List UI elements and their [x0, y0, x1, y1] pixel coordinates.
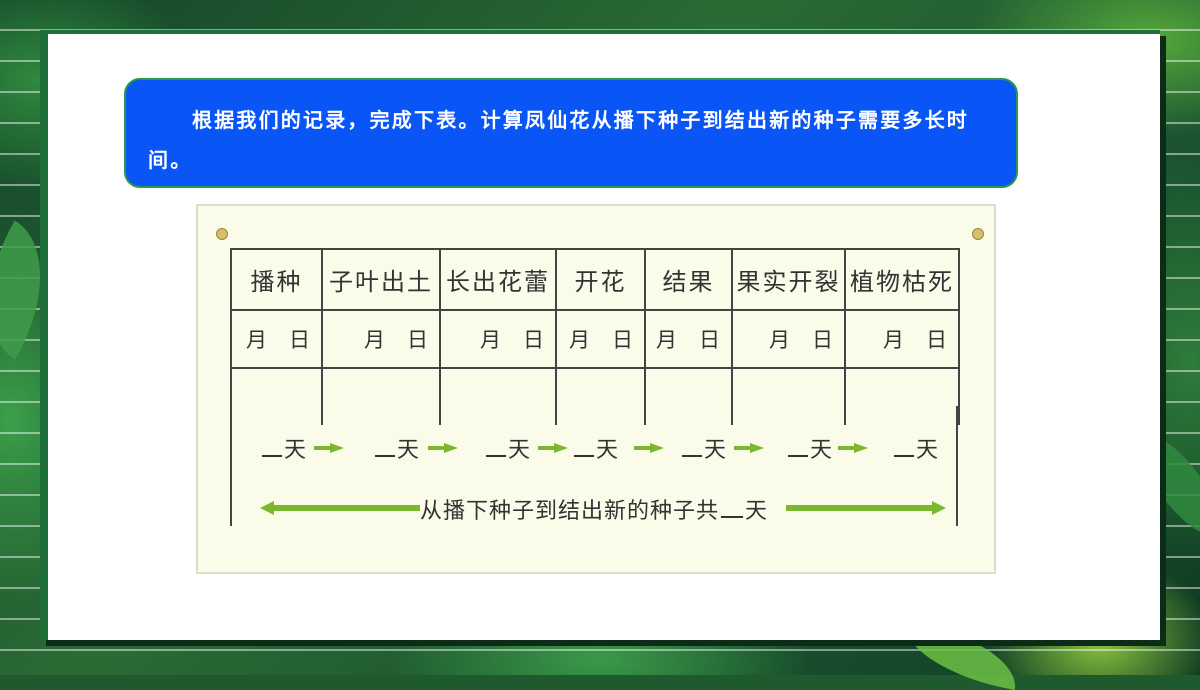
- day-label: 日: [407, 328, 428, 352]
- right-arrow-icon: [538, 443, 568, 453]
- month-label: 月: [656, 328, 677, 352]
- day-label: 日: [612, 328, 633, 352]
- stage-header: 果实开裂: [731, 248, 846, 311]
- date-cell[interactable]: 月日: [321, 309, 441, 369]
- stage-header: 结果: [644, 248, 733, 311]
- day-label: 日: [289, 328, 310, 352]
- day-unit: 天: [397, 438, 420, 463]
- stage-header: 植物枯死: [844, 248, 960, 311]
- total-duration: 从播下种子到结出新的种子共天: [230, 489, 958, 529]
- total-unit: 天: [745, 499, 769, 524]
- connector-cell: [230, 367, 323, 425]
- connector-cell: [731, 367, 846, 425]
- date-cell[interactable]: 月日: [555, 309, 646, 369]
- instruction-text: 根据我们的记录，完成下表。计算凤仙花从播下种子到结出新的种子需要多长时间。: [148, 108, 969, 172]
- day-label: 日: [523, 328, 544, 352]
- stage-header: 播种: [230, 248, 323, 311]
- interval-blank[interactable]: 天: [262, 432, 306, 464]
- connector-cell: [644, 367, 733, 425]
- month-label: 月: [883, 328, 904, 352]
- right-arrow-icon: [634, 443, 664, 453]
- day-unit: 天: [916, 438, 939, 463]
- day-label: 日: [812, 328, 833, 352]
- date-cell[interactable]: 月日: [731, 309, 846, 369]
- day-unit: 天: [284, 438, 307, 463]
- right-arrow-icon: [314, 443, 344, 453]
- day-unit: 天: [704, 438, 727, 463]
- stage-header: 长出花蕾: [439, 248, 557, 311]
- date-cell[interactable]: 月日: [439, 309, 557, 369]
- day-unit: 天: [596, 438, 619, 463]
- day-label: 日: [699, 328, 720, 352]
- interval-blank[interactable]: 天: [788, 432, 832, 464]
- right-arrow-icon: [838, 443, 868, 453]
- right-long-arrow-icon: [786, 501, 946, 515]
- right-arrow-icon: [734, 443, 764, 453]
- month-label: 月: [569, 328, 590, 352]
- month-label: 月: [246, 328, 267, 352]
- interval-blank[interactable]: 天: [375, 432, 419, 464]
- connector-cell: [439, 367, 557, 425]
- growth-record-table: 播种 子叶出土 长出花蕾 开花 结果 果实开裂 植物枯死 月日 月日 月日 月日…: [230, 248, 960, 425]
- connector-cell: [555, 367, 646, 425]
- pin-icon: [216, 228, 228, 240]
- interval-blank[interactable]: 天: [574, 432, 618, 464]
- total-text: 从播下种子到结出新的种子共天: [420, 493, 768, 525]
- interval-blank[interactable]: 天: [682, 432, 726, 464]
- day-label: 日: [926, 328, 947, 352]
- stage-header: 子叶出土: [321, 248, 441, 311]
- interval-blank[interactable]: 天: [894, 432, 938, 464]
- interval-flow: 天 天 天 天 天 天 天: [230, 428, 958, 468]
- left-long-arrow-icon: [260, 501, 420, 515]
- month-label: 月: [769, 328, 790, 352]
- connector-row: [230, 367, 960, 425]
- connector-cell: [321, 367, 441, 425]
- right-arrow-icon: [428, 443, 458, 453]
- date-cell[interactable]: 月日: [230, 309, 323, 369]
- date-row: 月日 月日 月日 月日 月日 月日 月日: [230, 309, 960, 369]
- worksheet-paper: 播种 子叶出土 长出花蕾 开花 结果 果实开裂 植物枯死 月日 月日 月日 月日…: [196, 204, 996, 574]
- date-cell[interactable]: 月日: [844, 309, 960, 369]
- day-unit: 天: [508, 438, 531, 463]
- day-unit: 天: [810, 438, 833, 463]
- stage-header: 开花: [555, 248, 646, 311]
- pin-icon: [972, 228, 984, 240]
- stage-header-row: 播种 子叶出土 长出花蕾 开花 结果 果实开裂 植物枯死: [230, 248, 960, 311]
- total-blank[interactable]: [721, 516, 744, 518]
- connector-cell: [844, 367, 960, 425]
- month-label: 月: [364, 328, 385, 352]
- instruction-banner: 根据我们的记录，完成下表。计算凤仙花从播下种子到结出新的种子需要多长时间。: [124, 78, 1018, 188]
- total-prefix: 从播下种子到结出新的种子共: [420, 499, 720, 524]
- date-cell[interactable]: 月日: [644, 309, 733, 369]
- interval-blank[interactable]: 天: [486, 432, 530, 464]
- month-label: 月: [480, 328, 501, 352]
